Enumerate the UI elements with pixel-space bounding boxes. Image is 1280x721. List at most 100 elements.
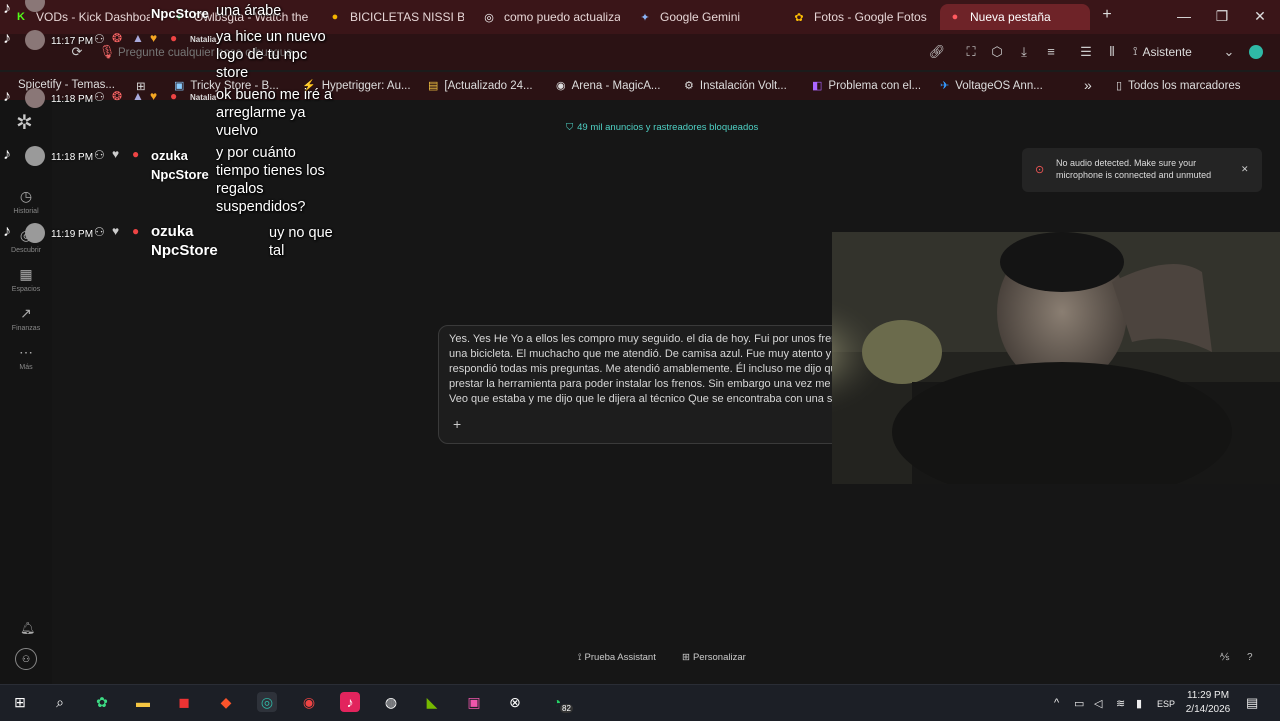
microphone-icon[interactable]: 🎙︎ — [98, 44, 116, 60]
badge-username: Natalia — [190, 35, 217, 44]
language-indicator[interactable]: ESP — [1157, 699, 1175, 709]
screenshot-icon[interactable]: ⛶ — [962, 44, 980, 60]
level-badge-icon: ▲ — [132, 89, 144, 103]
history-icon: ◷ — [19, 188, 33, 204]
notice-close-button[interactable]: ✕ — [1241, 164, 1249, 175]
chrome-icon[interactable]: ◉ — [299, 692, 319, 712]
attach-plus-button[interactable]: + — [453, 416, 461, 432]
bookmark-arena[interactable]: ◉ Arena - MagicA... — [556, 79, 661, 93]
all-bookmarks-button[interactable]: ▯ Todos los marcadores — [1116, 79, 1241, 93]
bookmark-label: [Actualizado 24... — [444, 79, 533, 92]
chat-line: vuelvo — [216, 123, 258, 139]
bookmark-voltageos[interactable]: ✈ VoltageOS Ann... — [940, 79, 1043, 93]
avatar — [25, 146, 45, 166]
maximize-button[interactable]: ❐ — [1212, 8, 1232, 25]
customize-button[interactable]: ⊞ Personalizar — [682, 652, 746, 663]
chat-timestamp: 11:18 PM — [51, 94, 94, 105]
file-explorer-icon[interactable]: ▬ — [133, 692, 153, 712]
minimize-button[interactable]: — — [1174, 8, 1194, 24]
app-green-icon[interactable]: ✿ — [92, 692, 112, 712]
link-icon[interactable]: 🔗︎ — [928, 44, 946, 60]
tray-chevron-up-icon[interactable]: ^ — [1054, 697, 1059, 709]
wifi-icon[interactable]: ≋ — [1116, 697, 1125, 710]
battery-icon[interactable]: ▭ — [1074, 697, 1084, 710]
tiktok-icon: ♪ — [3, 88, 11, 105]
brave-icon[interactable]: ◆ — [216, 692, 236, 712]
microphone-tray-icon[interactable]: ▮ — [1136, 697, 1142, 710]
bookmarks-overflow-button[interactable]: » — [1084, 77, 1092, 93]
chevron-down-icon[interactable]: ⌄ — [1220, 44, 1238, 60]
obs-icon[interactable]: ◍ — [381, 692, 401, 712]
notifications-icon[interactable]: ▤ — [1246, 695, 1258, 711]
more-dots-icon: ⋯ — [19, 344, 33, 360]
chat-line: arreglarme ya — [216, 105, 306, 121]
app-red-icon[interactable]: ◼ — [174, 692, 194, 712]
taskbar-clock[interactable]: 11:29 PM 2/14/2026 — [1184, 689, 1232, 717]
volume-icon[interactable]: ◁ — [1094, 697, 1102, 710]
chat-message: ya hice un nuevo logo de tu npc store — [216, 28, 326, 82]
moderator-badge-icon: ⚇ — [94, 148, 105, 162]
media-icon[interactable]: ≡ — [1042, 44, 1060, 59]
account-avatar[interactable]: ⚇ — [15, 648, 37, 670]
sidebar-item-historial[interactable]: ◷ Historial — [0, 188, 52, 215]
profile-avatar[interactable] — [1249, 45, 1263, 59]
customize-label: Personalizar — [692, 652, 746, 663]
warning-icon: ⊙ — [1035, 164, 1045, 176]
assistant-icon: ⟟ — [578, 652, 582, 663]
bookmark-label: Problema con el... — [828, 79, 922, 92]
brave-tab-icon: ● — [951, 11, 959, 23]
bookmark-actualizado[interactable]: ▤ [Actualizado 24... — [428, 79, 533, 93]
whatsapp-unread-badge: 82 — [560, 704, 573, 713]
finance-chart-icon: ↗ — [20, 305, 32, 321]
gift-badge-icon: ❂ — [112, 89, 123, 103]
clock-time: 11:29 PM — [1186, 690, 1230, 701]
audio-wave-icon[interactable]: ⫴ — [1103, 44, 1121, 60]
tab-bicicletas[interactable]: ● BICICLETAS NISSI BIK — [328, 4, 464, 30]
avatar — [25, 88, 45, 108]
sidebar-item-espacios[interactable]: ▦ Espacios — [0, 266, 52, 293]
windows-start-icon[interactable]: ⊞ — [10, 692, 30, 712]
notifications-bell-icon[interactable]: 🔔︎ — [20, 621, 35, 635]
chat-line: una árabe — [216, 3, 282, 19]
tab-google-fotos[interactable]: ✿ Fotos - Google Fotos — [792, 4, 932, 30]
input-line: prestar la herramienta para poder instal… — [449, 378, 841, 390]
extensions-icon[interactable]: ⬡ — [988, 44, 1006, 60]
close-window-button[interactable]: ✕ — [1250, 8, 1270, 25]
app-pink-icon[interactable]: ▣ — [464, 692, 484, 712]
bookmark-label: VoltageOS Ann... — [955, 79, 1043, 92]
tiktok-live-icon[interactable]: ♪ — [340, 692, 360, 712]
bookmark-label: Arena - MagicA... — [571, 79, 661, 92]
chat-message: una árabe — [216, 2, 281, 20]
translate-icon[interactable]: ⅍ — [1220, 652, 1229, 663]
help-icon[interactable]: ? — [1247, 652, 1253, 663]
perplexity-app-icon[interactable]: ◎ — [257, 692, 277, 712]
nvidia-icon[interactable]: ◣ — [422, 692, 442, 712]
new-tab-button[interactable]: + — [1097, 6, 1117, 24]
bookmark-instalacion-volt[interactable]: ⚙ Instalación Volt... — [684, 79, 787, 93]
folder-icon: ▤ — [428, 80, 439, 92]
bookmark-problema[interactable]: ◧ Problema con el... — [812, 79, 922, 93]
chat-line: store — [216, 65, 249, 81]
heart-badge-icon: ♥ — [112, 224, 120, 238]
assistant-button[interactable]: ⟟ Asistente — [1133, 44, 1192, 59]
xbox-icon[interactable]: ⊗ — [505, 692, 525, 712]
tab-nueva-pestana[interactable]: ● Nueva pestaña — [940, 4, 1090, 30]
assistant-input-box[interactable]: Yes. Yes He Yo a ellos les compro muy se… — [438, 325, 860, 444]
chat-line: tiempo tienes los — [216, 163, 325, 179]
assistant-test-button[interactable]: ⟟ Prueba Assistant — [578, 652, 656, 663]
perplexity-logo-icon[interactable]: ✲ — [16, 110, 33, 135]
profile-badge-icon: ● — [132, 147, 140, 161]
tab-gemini[interactable]: ✦ Google Gemini — [638, 4, 778, 30]
input-text[interactable]: Yes. Yes He Yo a ellos les compro muy se… — [449, 332, 841, 407]
sidebar-item-mas[interactable]: ⋯ Más — [0, 344, 52, 371]
tab-como-puedo[interactable]: ◎ como puedo actualiza — [482, 4, 620, 30]
assistant-test-label: Prueba Assistant — [584, 652, 656, 663]
search-icon[interactable]: ⌕ — [50, 692, 70, 712]
chat-message: ok bueno me iré a arreglarme ya vuelvo — [216, 86, 332, 140]
avatar — [25, 223, 45, 243]
tab-label: VODs - Kick Dashboard — [36, 10, 150, 24]
menu-lines-icon[interactable]: ☰ — [1077, 44, 1095, 60]
sidebar-item-finanzas[interactable]: ↗ Finanzas — [0, 305, 52, 332]
download-icon[interactable]: ⤓ — [1015, 44, 1033, 60]
tab-label: Google Gemini — [660, 10, 741, 24]
